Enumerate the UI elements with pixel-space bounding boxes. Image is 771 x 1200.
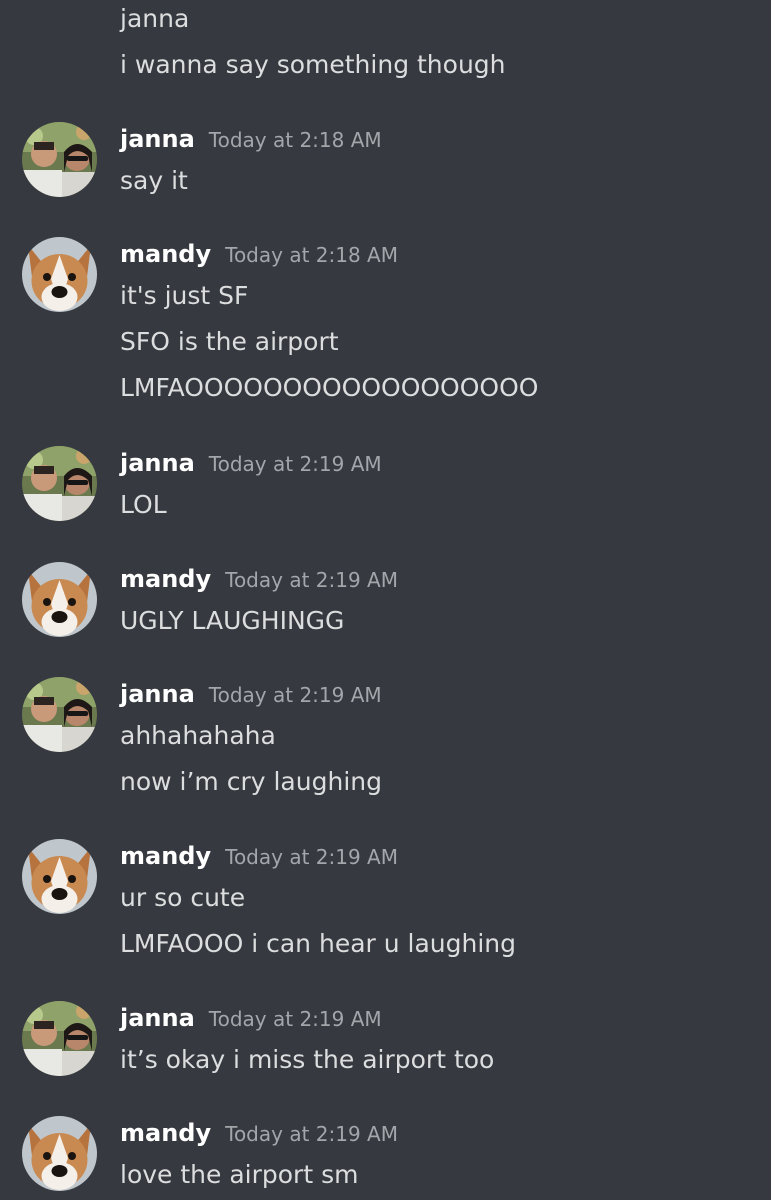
message-line: LOL	[120, 490, 167, 519]
message-line: now i’m cry laughing	[120, 767, 382, 796]
message-line: it’s okay i miss the airport too	[120, 1045, 495, 1074]
author-name[interactable]: janna	[120, 449, 195, 477]
author-name[interactable]: janna	[120, 1004, 195, 1032]
message-timestamp: Today at 2:19 AM	[208, 452, 382, 476]
chat-message-list: janna i wanna say something though janna…	[0, 0, 771, 1200]
message-line: say it	[120, 166, 188, 195]
message-header: mandy Today at 2:19 AM	[120, 839, 398, 873]
avatar-dog[interactable]	[22, 839, 97, 914]
message-header: janna Today at 2:19 AM	[120, 677, 382, 711]
message-header: janna Today at 2:19 AM	[120, 1001, 382, 1035]
message-timestamp: Today at 2:19 AM	[225, 845, 398, 869]
avatar-dog[interactable]	[22, 562, 97, 637]
message-header: mandy Today at 2:18 AM	[120, 237, 398, 271]
message-line: i wanna say something though	[120, 50, 506, 79]
message-line: ur so cute	[120, 883, 246, 912]
message-timestamp: Today at 2:19 AM	[225, 568, 398, 592]
avatar-dog[interactable]	[22, 1116, 97, 1191]
message-timestamp: Today at 2:18 AM	[225, 243, 398, 267]
message-line: LMFAOOOOOOOOOOOOOOOOOO	[120, 373, 539, 402]
author-name[interactable]: mandy	[120, 842, 211, 870]
message-line: it's just SF	[120, 281, 249, 310]
avatar-dog[interactable]	[22, 237, 97, 312]
author-name[interactable]: mandy	[120, 565, 211, 593]
message-header: janna Today at 2:18 AM	[120, 122, 382, 156]
avatar-couple[interactable]	[22, 1001, 97, 1076]
author-name[interactable]: mandy	[120, 1119, 211, 1147]
message-line: love the airport sm	[120, 1160, 359, 1189]
message-timestamp: Today at 2:19 AM	[225, 1122, 398, 1146]
avatar-couple[interactable]	[22, 677, 97, 752]
message-header: janna Today at 2:19 AM	[120, 446, 382, 480]
avatar-couple[interactable]	[22, 122, 97, 197]
message-line: UGLY LAUGHINGG	[120, 606, 345, 635]
message-line: SFO is the airport	[120, 327, 339, 356]
message-timestamp: Today at 2:19 AM	[208, 1007, 382, 1031]
message-line: ahhahahaha	[120, 721, 276, 750]
author-name[interactable]: janna	[120, 125, 195, 153]
message-header: mandy Today at 2:19 AM	[120, 562, 398, 596]
message-line: LMFAOOO i can hear u laughing	[120, 929, 517, 958]
message-line: janna	[120, 4, 190, 33]
message-timestamp: Today at 2:18 AM	[208, 128, 382, 152]
message-timestamp: Today at 2:19 AM	[208, 683, 382, 707]
author-name[interactable]: janna	[120, 680, 195, 708]
avatar-couple[interactable]	[22, 446, 97, 521]
message-header: mandy Today at 2:19 AM	[120, 1116, 398, 1150]
author-name[interactable]: mandy	[120, 240, 211, 268]
